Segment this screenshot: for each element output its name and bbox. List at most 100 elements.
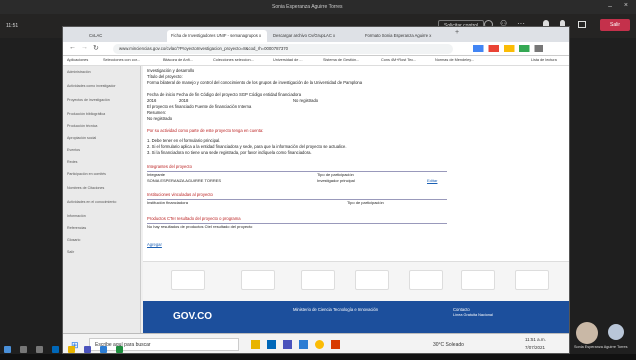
partner-logo[interactable] <box>241 270 275 290</box>
browser-tab-strip: CvLAC Ficha de Investigadores UNIF - sem… <box>63 27 569 42</box>
notice-heading: Por su actividad como parte de este proy… <box>147 128 264 133</box>
meeting-title: Sonia Esperanza Aguirre Torres <box>272 4 343 10</box>
edge-icon[interactable] <box>267 340 276 349</box>
edit-link[interactable]: Editar <box>427 178 437 183</box>
windows-host-taskbar <box>0 354 636 360</box>
edge-icon[interactable] <box>52 346 59 353</box>
year-end: 2018 <box>179 98 189 103</box>
task-view-icon[interactable] <box>36 346 43 353</box>
avatar[interactable] <box>576 322 598 344</box>
bookmark-item[interactable]: Universidad de ... <box>273 58 303 62</box>
forward-icon[interactable]: → <box>81 44 88 51</box>
back-icon[interactable]: ← <box>69 44 76 51</box>
windows-start-icon[interactable] <box>4 346 11 353</box>
search-icon[interactable] <box>20 346 27 353</box>
chrome-icon[interactable] <box>315 340 324 349</box>
gov-logo-text: GOV.CO <box>173 311 213 322</box>
nav-item[interactable]: Información <box>67 214 137 219</box>
clock[interactable]: 11:51 a.m. <box>525 337 546 342</box>
avatar[interactable] <box>608 324 624 340</box>
no-registra: No registrado <box>293 98 319 103</box>
tab-formato[interactable]: Formato Sonia Esperanza Aguirre x <box>361 30 451 42</box>
nav-item[interactable]: Proyectos de investigación <box>67 98 137 103</box>
gov-footer: GOV.CO Ministerio de Ciencia Tecnología … <box>143 301 569 333</box>
partner-logo[interactable] <box>171 270 205 290</box>
teams-icon[interactable] <box>283 340 292 349</box>
weather-status[interactable]: 30°C Soleado <box>433 342 464 348</box>
bookmark-item[interactable]: Lista de lectura <box>531 58 557 62</box>
nav-item[interactable]: Actividades como investigador <box>67 84 137 89</box>
table-row: SONIA ESPERANZA AGUIRRE TORRES Investiga… <box>147 178 447 184</box>
tab-label: Formato Sonia Esperanza Aguirre x <box>365 33 432 38</box>
integrantes-title: Integrantes del proyecto <box>147 164 192 169</box>
nav-item[interactable]: Redes <box>67 160 137 165</box>
taskbar-search[interactable]: Escribe aquí para buscar <box>89 338 239 351</box>
date[interactable]: 7/07/2021 <box>525 345 545 350</box>
powerpoint-icon[interactable] <box>331 340 340 349</box>
nav-item[interactable]: Glosario <box>67 238 137 243</box>
bookmark-item[interactable]: Selecciones con cor... <box>103 58 140 62</box>
excel-icon[interactable] <box>116 346 123 353</box>
bookmark-item[interactable]: Aplicaciones <box>67 58 88 62</box>
teams-title-bar: Sonia Esperanza Aguirre Torres – × <box>0 0 636 14</box>
partner-logo[interactable] <box>301 270 335 290</box>
tab-ficha[interactable]: Ficha de Investigadores UNIF - semanagru… <box>167 30 267 42</box>
url-input[interactable]: www.minciencias.gov.co/cvlac/?ProyectoIn… <box>113 44 453 54</box>
share-icon[interactable] <box>578 21 586 28</box>
title-value: Forma bilateral de manejo y control del … <box>147 80 363 85</box>
tab-label: CvLAC <box>89 33 103 38</box>
summary-label: Resumen: <box>147 110 167 115</box>
integrantes-header: Integrante Tipo de participación <box>147 171 447 177</box>
file-explorer-icon[interactable] <box>68 346 75 353</box>
shared-screen: CvLAC Ficha de Investigadores UNIF - sem… <box>62 26 570 354</box>
word-icon[interactable] <box>100 346 107 353</box>
extensions-icons[interactable] <box>473 45 543 52</box>
file-explorer-icon[interactable] <box>251 340 260 349</box>
header-cell: Institución financiadora <box>147 200 188 205</box>
teams-icon[interactable] <box>84 346 91 353</box>
nav-item[interactable]: Participación en comités <box>67 172 137 177</box>
bookmark-item[interactable]: Colecciones seleccion... <box>213 58 254 62</box>
tab-descargar[interactable]: Descargar archivo Cv/GrupLAC x <box>269 30 359 42</box>
contact-heading: Contacto <box>453 307 470 312</box>
participant-name: Sonia Esperanza Aguirre Torres <box>574 345 628 349</box>
bookmark-item[interactable]: Sistema de Gestión... <box>323 58 359 62</box>
nav-item[interactable]: Administración <box>67 70 137 75</box>
financing-label: El proyecto es financiado Fuente de fina… <box>147 104 252 109</box>
bookmark-item[interactable]: Cons 4M+Rost Tec... <box>381 58 416 62</box>
reload-icon[interactable]: ↻ <box>93 44 99 52</box>
partner-logo[interactable] <box>355 270 389 290</box>
bookmark-item[interactable]: Bitácora de Anfi... <box>163 58 193 62</box>
nav-item[interactable]: Producción bibliográfica <box>67 112 137 117</box>
nav-item[interactable]: Producción técnica <box>67 124 137 129</box>
year-start: 2016 <box>147 98 157 103</box>
ministry-name: Ministerio de Ciencia Tecnología e Innov… <box>293 307 379 312</box>
new-tab-icon[interactable]: + <box>455 29 459 36</box>
address-bar-row: ← → ↻ www.minciencias.gov.co/cvlac/?Proy… <box>63 42 569 56</box>
partner-logo[interactable] <box>515 270 549 290</box>
partner-logo[interactable] <box>461 270 495 290</box>
productos-title: Productos CTeI resultado del proyecto o … <box>147 216 241 221</box>
word-icon[interactable] <box>299 340 308 349</box>
close-icon[interactable]: × <box>624 2 628 9</box>
tab-label: Descargar archivo Cv/GrupLAC x <box>273 33 336 38</box>
tab-cvlac[interactable]: CvLAC <box>85 30 165 42</box>
minimize-icon[interactable]: – <box>608 3 612 10</box>
nav-item[interactable]: Apropiación social <box>67 136 137 141</box>
nav-item[interactable]: Referencias <box>67 226 137 231</box>
nav-item[interactable]: Nombres de Citaciones <box>67 186 137 191</box>
add-link[interactable]: Agregar <box>147 242 162 247</box>
bookmarks-bar: Aplicaciones Selecciones con cor... Bitá… <box>63 56 569 66</box>
nav-item[interactable]: Salir <box>67 250 137 255</box>
cvlac-side-menu: Administración Actividades como investig… <box>63 66 141 353</box>
leave-button[interactable]: Salir <box>600 19 630 31</box>
nav-item[interactable]: Actividades en el conocimiento <box>67 200 137 205</box>
cell: SONIA ESPERANZA AGUIRRE TORRES <box>147 178 222 183</box>
partner-logo[interactable] <box>409 270 443 290</box>
contact-sub: Línea Gratuita Nacional <box>453 313 493 317</box>
instituciones-header: Institución financiadora Tipo de partici… <box>147 199 447 205</box>
meeting-time: 11:51 <box>6 23 19 29</box>
bookmark-item[interactable]: Normas de Mendeley... <box>435 58 474 62</box>
summary-value: No registrado <box>147 116 173 121</box>
nav-item[interactable]: Eventos <box>67 148 137 153</box>
